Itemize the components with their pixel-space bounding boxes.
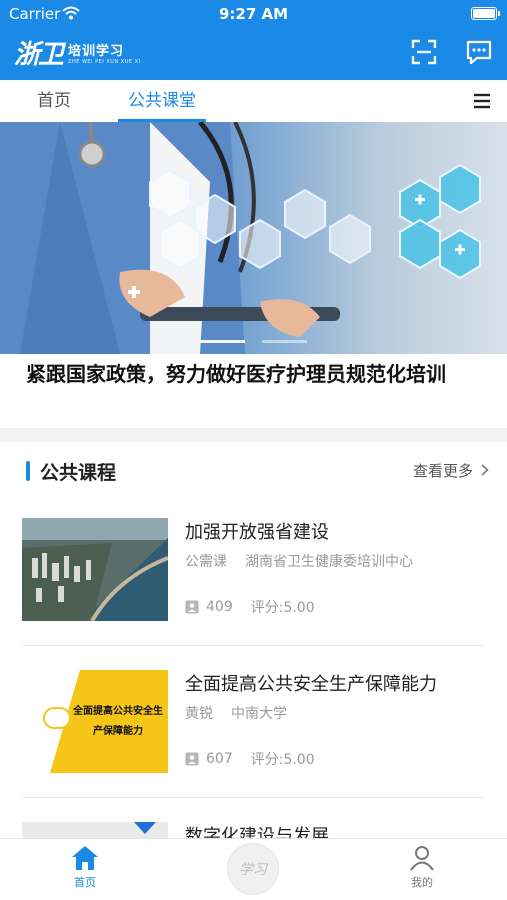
banner-caption[interactable]: 紧跟国家政策，努力做好医疗护理员规范化培训 [26, 358, 481, 390]
course-org: 中南大学 [231, 706, 287, 722]
tabbar-home[interactable]: 首页 [55, 845, 115, 890]
app-logo: 浙卫 培训学习 ZHE WEI PEI XUN XUE XI [14, 36, 141, 70]
course-category: 公需课 [185, 554, 227, 570]
view-more-label: 查看更多 [412, 461, 473, 480]
course-title: 加强开放强省建设 [185, 522, 329, 543]
logo-subtext: ZHE WEI PEI XUN XUE XI [68, 58, 141, 65]
bottom-tab-bar: 首页 学习 我的 [0, 838, 507, 900]
app-header: Carrier 9:27 AM 浙卫 培训学习 ZHE WEI PEI XUN … [0, 0, 507, 80]
tab-home[interactable]: 首页 [37, 80, 71, 122]
course-thumbnail [22, 822, 168, 838]
chevron-right-icon [481, 464, 489, 476]
status-time: 9:27 AM [218, 5, 289, 23]
logo-text: 培训学习 [68, 43, 125, 59]
course-item[interactable]: 全面提高公共安全生产保障能力 全面提高公共安全生产保障能力 黄锐 中南大学 607… [22, 670, 488, 800]
tabbar-home-label: 首页 [74, 876, 96, 889]
tabbar-study[interactable]: 学习 [227, 843, 279, 895]
course-learners: 409 [206, 599, 233, 615]
divider [22, 797, 485, 798]
course-stats: 607 评分:5.00 [185, 749, 315, 769]
scan-icon[interactable] [410, 38, 438, 66]
course-thumbnail: 全面提高公共安全生产保障能力 [22, 670, 168, 773]
logo-mark: 浙卫 [14, 39, 64, 70]
course-item[interactable]: 加强开放强省建设 公需课 湖南省卫生健康委培训中心 409 评分:5.00 [22, 518, 488, 648]
top-tabs: 首页 公共课堂 [0, 80, 507, 122]
section-header: 公共课程 [26, 456, 116, 486]
tabbar-study-label: 学习 [239, 862, 267, 878]
tab-public-class-label: 公共课堂 [128, 91, 196, 111]
tab-public-class[interactable]: 公共课堂 [118, 80, 206, 122]
course-title: 数字化建设与发展 [185, 826, 329, 838]
message-icon[interactable] [465, 38, 493, 66]
banner-carousel[interactable] [0, 122, 507, 354]
course-title: 全面提高公共安全生产保障能力 [185, 674, 437, 695]
course-score: 评分:5.00 [250, 752, 315, 768]
tabbar-mine-label: 我的 [411, 876, 433, 889]
banner-image [0, 122, 507, 354]
profile-icon [410, 846, 434, 871]
course-item[interactable]: 数字化建设与发展 [22, 822, 488, 838]
course-meta: 黄锐 中南大学 [185, 703, 287, 723]
course-stats: 409 评分:5.00 [185, 597, 315, 617]
tabbar-mine[interactable]: 我的 [392, 845, 452, 890]
course-score: 评分:5.00 [250, 600, 315, 616]
thumbnail-text: 全面提高公共安全生产保障能力 [73, 706, 163, 737]
status-bar: Carrier 9:27 AM [0, 0, 507, 28]
divider [22, 645, 485, 646]
course-category: 黄锐 [185, 706, 213, 722]
section-title: 公共课程 [40, 461, 117, 484]
course-thumbnail [22, 518, 168, 621]
menu-icon[interactable] [473, 92, 491, 110]
section-accent-bar [26, 461, 30, 481]
view-more-link[interactable]: 查看更多 [413, 456, 489, 484]
user-count-icon [185, 600, 199, 614]
course-org: 湖南省卫生健康委培训中心 [245, 554, 413, 570]
user-count-icon [185, 752, 199, 766]
home-icon [72, 846, 98, 870]
section-separator [0, 428, 507, 442]
battery-icon [471, 7, 500, 20]
course-meta: 公需课 湖南省卫生健康委培训中心 [185, 551, 413, 571]
course-learners: 607 [206, 751, 233, 767]
